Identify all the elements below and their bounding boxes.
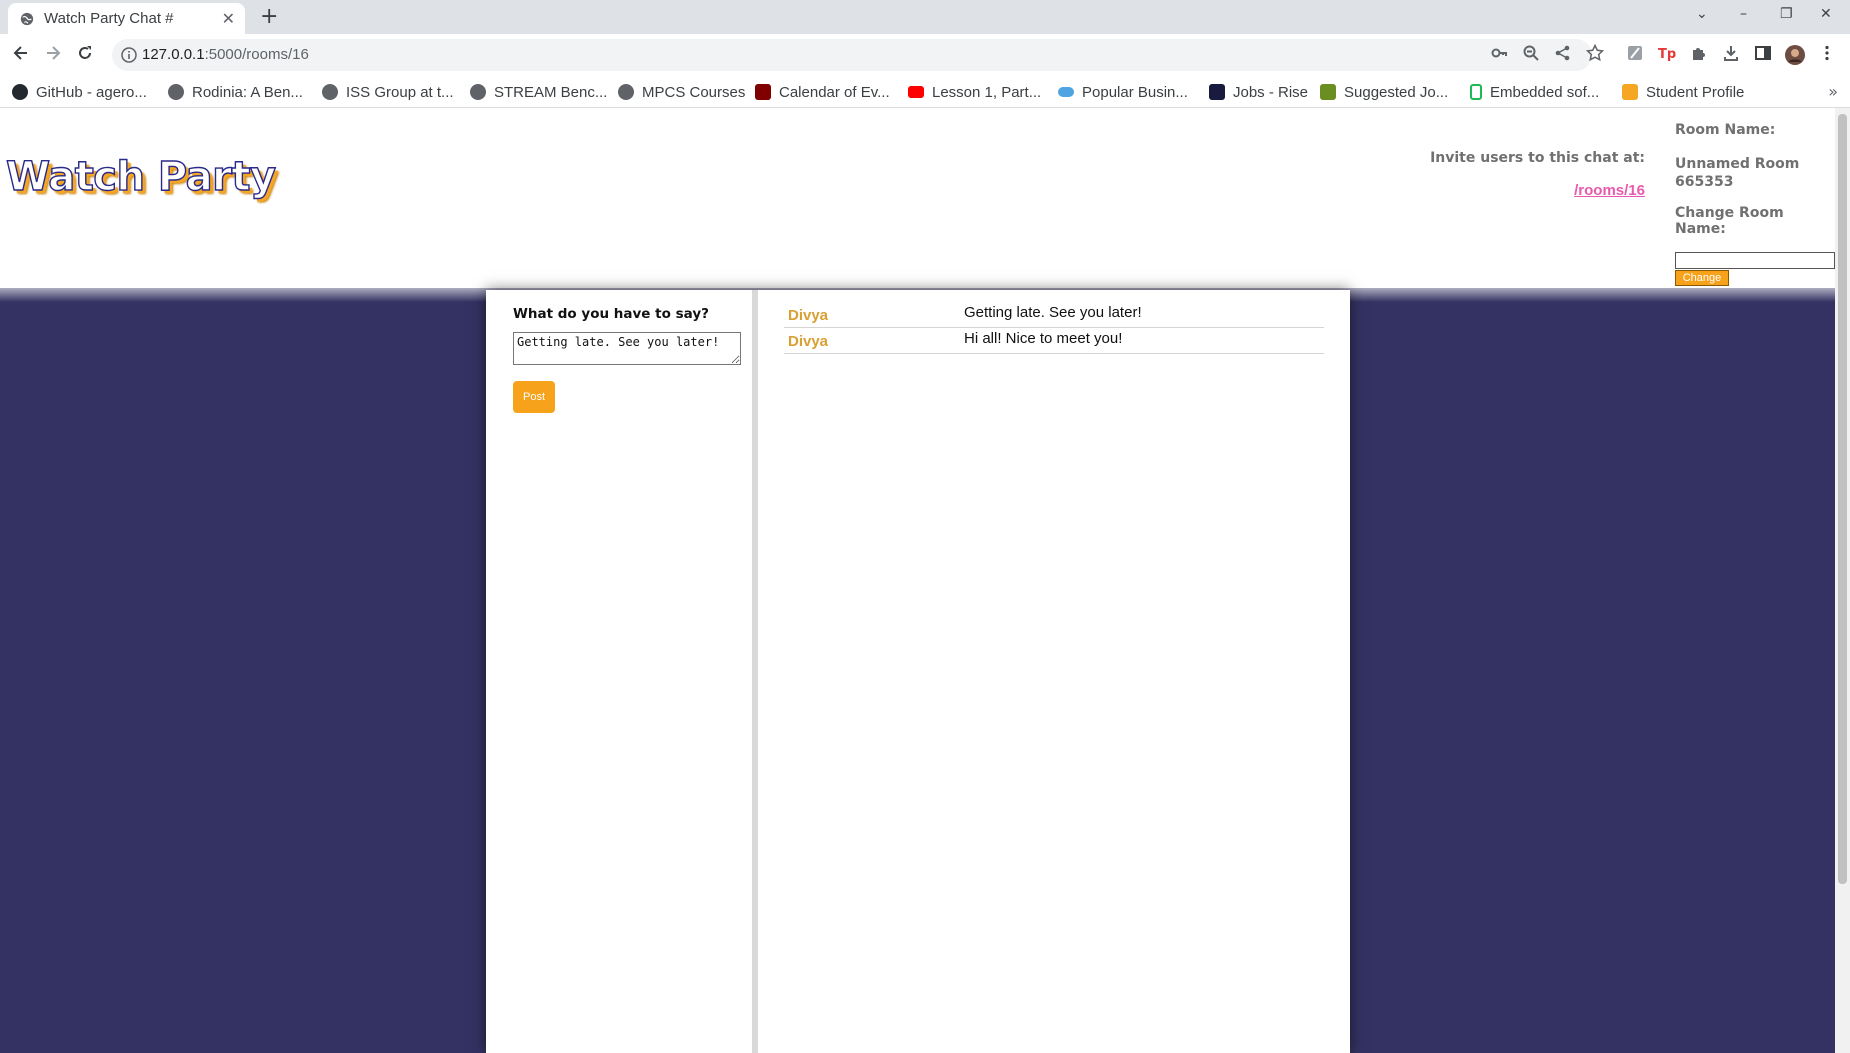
compose-prompt: What do you have to say? bbox=[513, 306, 709, 322]
maximize-button[interactable]: ❐ bbox=[1780, 6, 1793, 22]
bookmark-label: Jobs - Rise bbox=[1233, 83, 1309, 101]
page-header: Watch Party Invite users to this chat at… bbox=[0, 108, 1835, 288]
suggested-jobs-icon bbox=[1320, 84, 1336, 100]
bookmark-item[interactable]: Student Profile bbox=[1622, 81, 1744, 103]
page-scrollbar[interactable] bbox=[1835, 108, 1850, 1053]
tab-search-icon[interactable]: ⌄ bbox=[1696, 6, 1708, 22]
share-icon[interactable] bbox=[1552, 44, 1574, 66]
bookmark-item[interactable]: Popular Busin... bbox=[1058, 81, 1188, 103]
bookmark-label: Rodinia: A Ben... bbox=[192, 83, 303, 101]
bookmark-item[interactable]: GitHub - agero... bbox=[12, 81, 147, 103]
tab-title: Watch Party Chat # bbox=[44, 10, 174, 27]
bookmark-item[interactable]: Suggested Jo... bbox=[1320, 81, 1448, 103]
message-author: Divya bbox=[788, 333, 829, 350]
forward-arrow-icon[interactable] bbox=[40, 42, 66, 68]
menu-kebab-icon[interactable] bbox=[1816, 44, 1838, 66]
svg-text:Tp: Tp bbox=[1658, 47, 1676, 62]
bookmark-label: GitHub - agero... bbox=[36, 83, 147, 101]
bookmark-label: Embedded sof... bbox=[1490, 83, 1600, 101]
message-list: Divya Getting late. See you later! Divya… bbox=[784, 302, 1324, 354]
bookmark-star-icon[interactable] bbox=[1584, 43, 1606, 66]
rise-icon bbox=[1209, 84, 1225, 100]
room-name-input[interactable] bbox=[1675, 252, 1835, 269]
page-body: Watch Party Invite users to this chat at… bbox=[0, 108, 1850, 1053]
watch-party-logo: Watch Party bbox=[5, 153, 276, 200]
minimize-button[interactable]: – bbox=[1740, 6, 1747, 22]
message-textarea[interactable]: Getting late. See you later! bbox=[513, 332, 741, 365]
bookmark-item[interactable]: Lesson 1, Part... bbox=[908, 81, 1041, 103]
browser-tab[interactable]: Watch Party Chat # ✕ bbox=[8, 3, 245, 34]
globe-icon bbox=[618, 84, 634, 100]
message-row: Divya Getting late. See you later! bbox=[784, 302, 1324, 328]
key-icon[interactable] bbox=[1488, 44, 1510, 66]
bookmark-item[interactable]: Calendar of Ev... bbox=[755, 81, 890, 103]
github-icon bbox=[12, 84, 28, 100]
bookmark-label: ISS Group at t... bbox=[346, 83, 454, 101]
shield-icon bbox=[755, 84, 771, 100]
message-author: Divya bbox=[788, 307, 829, 324]
zoom-icon[interactable] bbox=[1520, 44, 1542, 66]
bookmark-item[interactable]: ISS Group at t... bbox=[322, 81, 454, 103]
bookmark-item[interactable]: Jobs - Rise bbox=[1209, 81, 1308, 103]
browser-toolbar: 127.0.0.1:5000/rooms/16 Tp bbox=[0, 34, 1850, 76]
more-bookmarks-icon[interactable]: » bbox=[1828, 82, 1838, 101]
change-button[interactable]: Change bbox=[1675, 270, 1729, 286]
room-name: Unnamed Room 665353 bbox=[1675, 156, 1800, 190]
chat-panel: What do you have to say? Getting late. S… bbox=[486, 290, 1350, 1053]
cloud-icon bbox=[1058, 87, 1074, 97]
message-row: Divya Hi all! Nice to meet you! bbox=[784, 328, 1324, 354]
new-tab-button[interactable]: + bbox=[260, 4, 278, 29]
message-body: Getting late. See you later! bbox=[964, 304, 1142, 321]
bookmark-label: Student Profile bbox=[1646, 83, 1745, 101]
reload-icon[interactable] bbox=[72, 42, 98, 68]
invite-label: Invite users to this chat at: bbox=[1430, 150, 1645, 166]
bookmark-label: Suggested Jo... bbox=[1344, 83, 1449, 101]
tab-close-icon[interactable]: ✕ bbox=[222, 9, 235, 28]
address-bar[interactable]: 127.0.0.1:5000/rooms/16 bbox=[112, 39, 1592, 71]
globe-icon bbox=[168, 84, 184, 100]
compose-section: What do you have to say? Getting late. S… bbox=[486, 290, 758, 1053]
bookmark-item[interactable]: STREAM Benc... bbox=[470, 81, 607, 103]
url-text: 127.0.0.1:5000/rooms/16 bbox=[142, 46, 309, 63]
bookmark-label: Popular Busin... bbox=[1082, 83, 1188, 101]
bookmark-label: MPCS Courses bbox=[642, 83, 746, 101]
message-body: Hi all! Nice to meet you! bbox=[964, 330, 1123, 347]
sheet-icon bbox=[1470, 84, 1482, 100]
download-icon[interactable] bbox=[1720, 44, 1742, 66]
bookmark-label: STREAM Benc... bbox=[494, 83, 608, 101]
change-room-name-label: Change Room Name: bbox=[1675, 205, 1784, 237]
post-button[interactable]: Post bbox=[513, 381, 555, 413]
puzzle-icon[interactable] bbox=[1688, 44, 1710, 66]
invite-link[interactable]: /rooms/16 bbox=[1574, 182, 1645, 199]
room-name-label: Room Name: bbox=[1675, 122, 1776, 138]
site-info-icon[interactable] bbox=[120, 46, 138, 64]
globe-icon bbox=[470, 84, 486, 100]
bookmark-label: Lesson 1, Part... bbox=[932, 83, 1042, 101]
bookmark-label: Calendar of Ev... bbox=[779, 83, 890, 101]
student-profile-icon bbox=[1622, 84, 1638, 100]
globe-icon bbox=[20, 12, 34, 26]
extension-slash-icon[interactable] bbox=[1624, 44, 1646, 66]
tab-strip: Watch Party Chat # ✕ + ⌄ – ❐ ✕ bbox=[0, 0, 1850, 34]
bookmark-item[interactable]: MPCS Courses bbox=[618, 81, 745, 103]
back-arrow-icon[interactable] bbox=[8, 42, 34, 68]
globe-icon bbox=[322, 84, 338, 100]
tp-extension-icon[interactable]: Tp bbox=[1656, 44, 1678, 66]
youtube-icon bbox=[908, 86, 924, 98]
side-panel-icon[interactable] bbox=[1752, 44, 1774, 66]
window-close-button[interactable]: ✕ bbox=[1820, 6, 1832, 22]
bookmarks-bar: GitHub - agero... Rodinia: A Ben... ISS … bbox=[0, 76, 1850, 108]
scrollbar-thumb[interactable] bbox=[1838, 114, 1847, 884]
bookmark-item[interactable]: Embedded sof... bbox=[1470, 81, 1599, 103]
profile-avatar[interactable] bbox=[1784, 44, 1806, 66]
bookmark-item[interactable]: Rodinia: A Ben... bbox=[168, 81, 303, 103]
